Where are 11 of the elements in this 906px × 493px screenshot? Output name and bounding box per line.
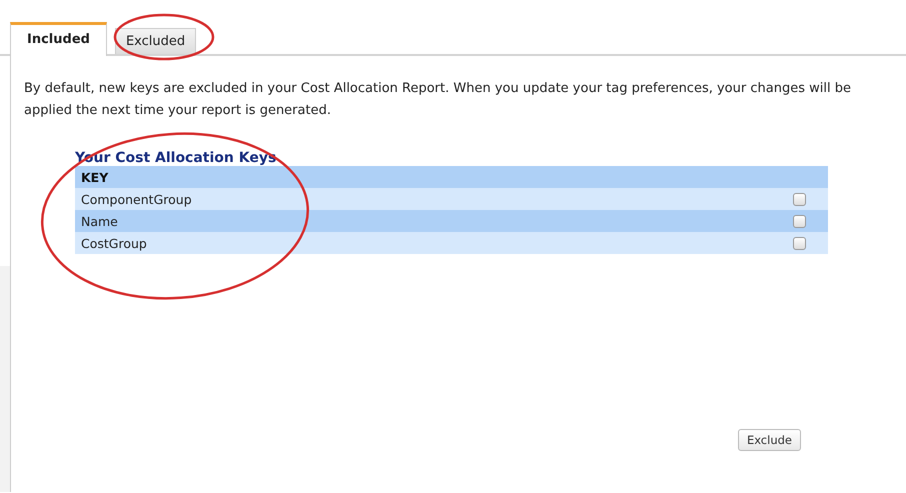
tab[interactable]: Excluded — [114, 28, 196, 54]
tab[interactable]: Included — [10, 22, 107, 56]
checkbox[interactable] — [793, 192, 806, 206]
exclude-button[interactable]: Exclude — [738, 429, 801, 451]
key-cell: CostGroup — [81, 236, 147, 250]
checkbox[interactable] — [793, 236, 806, 250]
key-cell: ComponentGroup — [81, 192, 192, 206]
key-cell: Name — [81, 214, 118, 228]
table-header: KEY — [75, 166, 828, 188]
description-text: By default, new keys are excluded in your Cost Allocation Report. When you update your tag preferences, your changes will be applied the next time your report is generated. — [24, 80, 852, 120]
checkbox[interactable] — [793, 214, 806, 228]
